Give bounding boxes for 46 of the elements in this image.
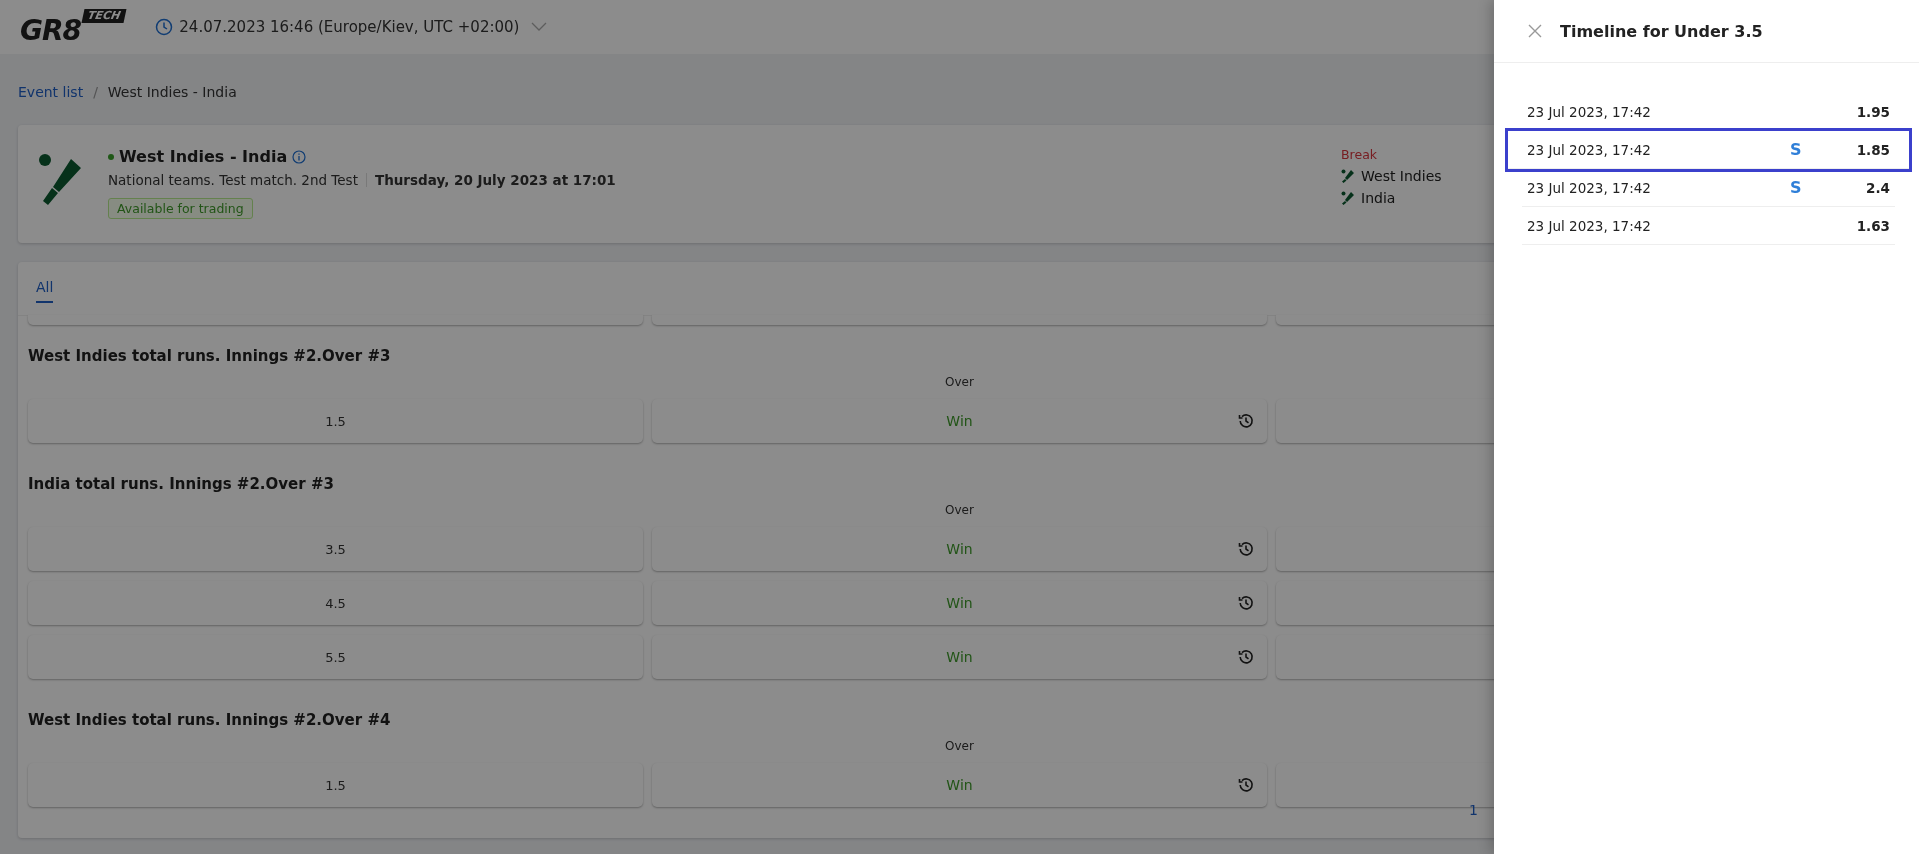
result-button[interactable]: Win [652, 399, 1267, 443]
line-button[interactable]: 4.5 [28, 581, 643, 625]
column-header: Over [944, 739, 975, 755]
logo[interactable]: GR8 TECH [20, 9, 126, 45]
timeline-row[interactable]: 23 Jul 2023, 17:42 1.95 [1522, 93, 1895, 131]
breadcrumb-link[interactable]: Event list [18, 84, 84, 100]
trading-status-tag: Available for trading [108, 198, 253, 219]
result-button[interactable]: Win [652, 527, 1267, 571]
drawer-title: Timeline for Under 3.5 [1560, 21, 1763, 41]
timezone-select[interactable]: 24.07.2023 16:46 (Europe/Kiev, UTC +02:00) [155, 18, 548, 36]
market-title: West Indies total runs. Innings #2.Over #3 [28, 346, 392, 367]
market-title: India total runs. Innings #2.Over #3 [28, 474, 335, 495]
close-icon[interactable] [1528, 24, 1542, 38]
breadcrumb-separator: / [93, 84, 98, 100]
history-icon[interactable] [1237, 776, 1255, 794]
history-icon[interactable] [1237, 648, 1255, 666]
clock-icon [155, 18, 174, 36]
page-number[interactable]: 1 [1469, 802, 1478, 818]
result-button[interactable]: Win [652, 581, 1267, 625]
event-date: Thursday, 20 July 2023 at 17:01 [374, 172, 616, 188]
line-button[interactable]: 1.5 [28, 399, 643, 443]
team-name: India [1361, 190, 1396, 206]
tab[interactable]: All [36, 279, 54, 303]
history-icon[interactable] [1237, 412, 1255, 430]
line-button[interactable]: 1.5 [28, 763, 643, 807]
history-icon[interactable] [1237, 540, 1255, 558]
cricket-bat-icon [1341, 169, 1355, 183]
timeline-row[interactable]: 23 Jul 2023, 17:42 S 2.4 [1522, 169, 1895, 207]
team-name: West Indies [1361, 168, 1442, 184]
chevron-down-icon [531, 22, 548, 32]
timeline-row[interactable]: 23 Jul 2023, 17:42 S 1.85 [1508, 131, 1909, 169]
match-status: Break [1341, 147, 1378, 162]
market-title: West Indies total runs. Innings #2.Over #4 [28, 710, 392, 731]
result-button[interactable]: Win [652, 763, 1267, 807]
timeline-row[interactable]: 23 Jul 2023, 17:42 1.63 [1522, 207, 1895, 245]
history-icon[interactable] [1237, 594, 1255, 612]
event-competition: National teams. Test match. 2nd Test [108, 172, 358, 188]
column-header: Over [944, 503, 975, 519]
column-header: Over [944, 375, 975, 391]
info-icon[interactable] [292, 149, 307, 164]
cricket-bat-icon [1341, 191, 1355, 205]
line-button[interactable]: 3.5 [28, 527, 643, 571]
result-button[interactable]: Win [652, 635, 1267, 679]
line-button[interactable]: 5.5 [28, 635, 643, 679]
event-title: West Indies - India [119, 147, 288, 166]
breadcrumb-current: West Indies - India [107, 84, 237, 100]
